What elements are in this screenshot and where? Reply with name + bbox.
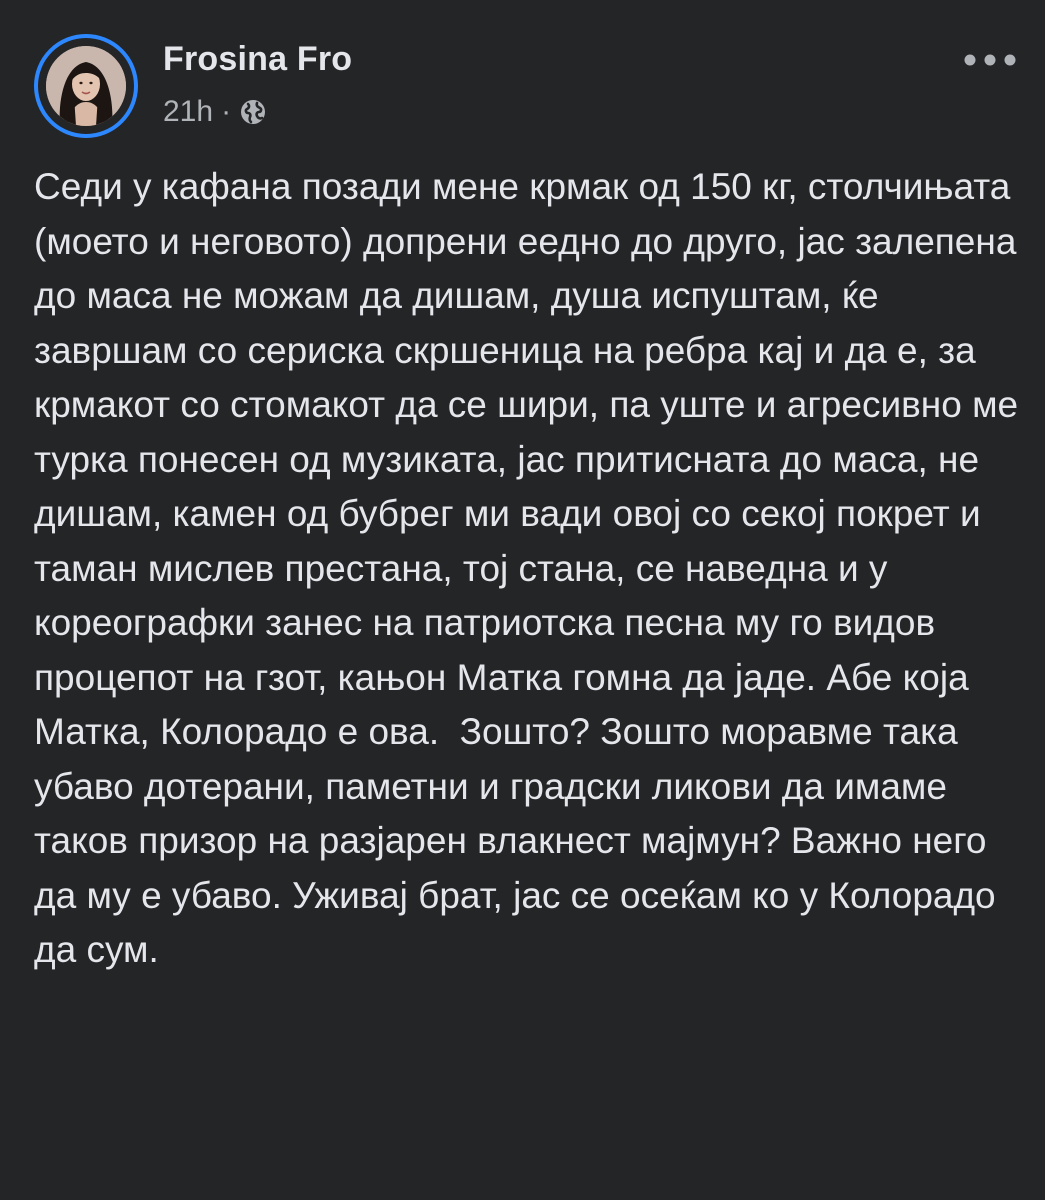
- post-timestamp[interactable]: 21h: [163, 95, 213, 129]
- post-meta: 21h ·: [163, 94, 267, 130]
- more-options-button[interactable]: [960, 40, 1020, 80]
- post-body-text: Седи у кафана позади мене крмак од 150 к…: [34, 166, 1029, 970]
- meta-separator: ·: [221, 95, 232, 128]
- post-header: Frosina Fro 21h ·: [34, 34, 1024, 144]
- profile-photo-icon: [46, 46, 126, 126]
- more-horizontal-icon: [964, 54, 1016, 66]
- avatar[interactable]: [34, 34, 138, 138]
- globe-icon[interactable]: [239, 98, 267, 126]
- facebook-post: Frosina Fro 21h · Седи у кафана позади м…: [0, 0, 1045, 1200]
- author-name[interactable]: Frosina Fro: [163, 40, 352, 79]
